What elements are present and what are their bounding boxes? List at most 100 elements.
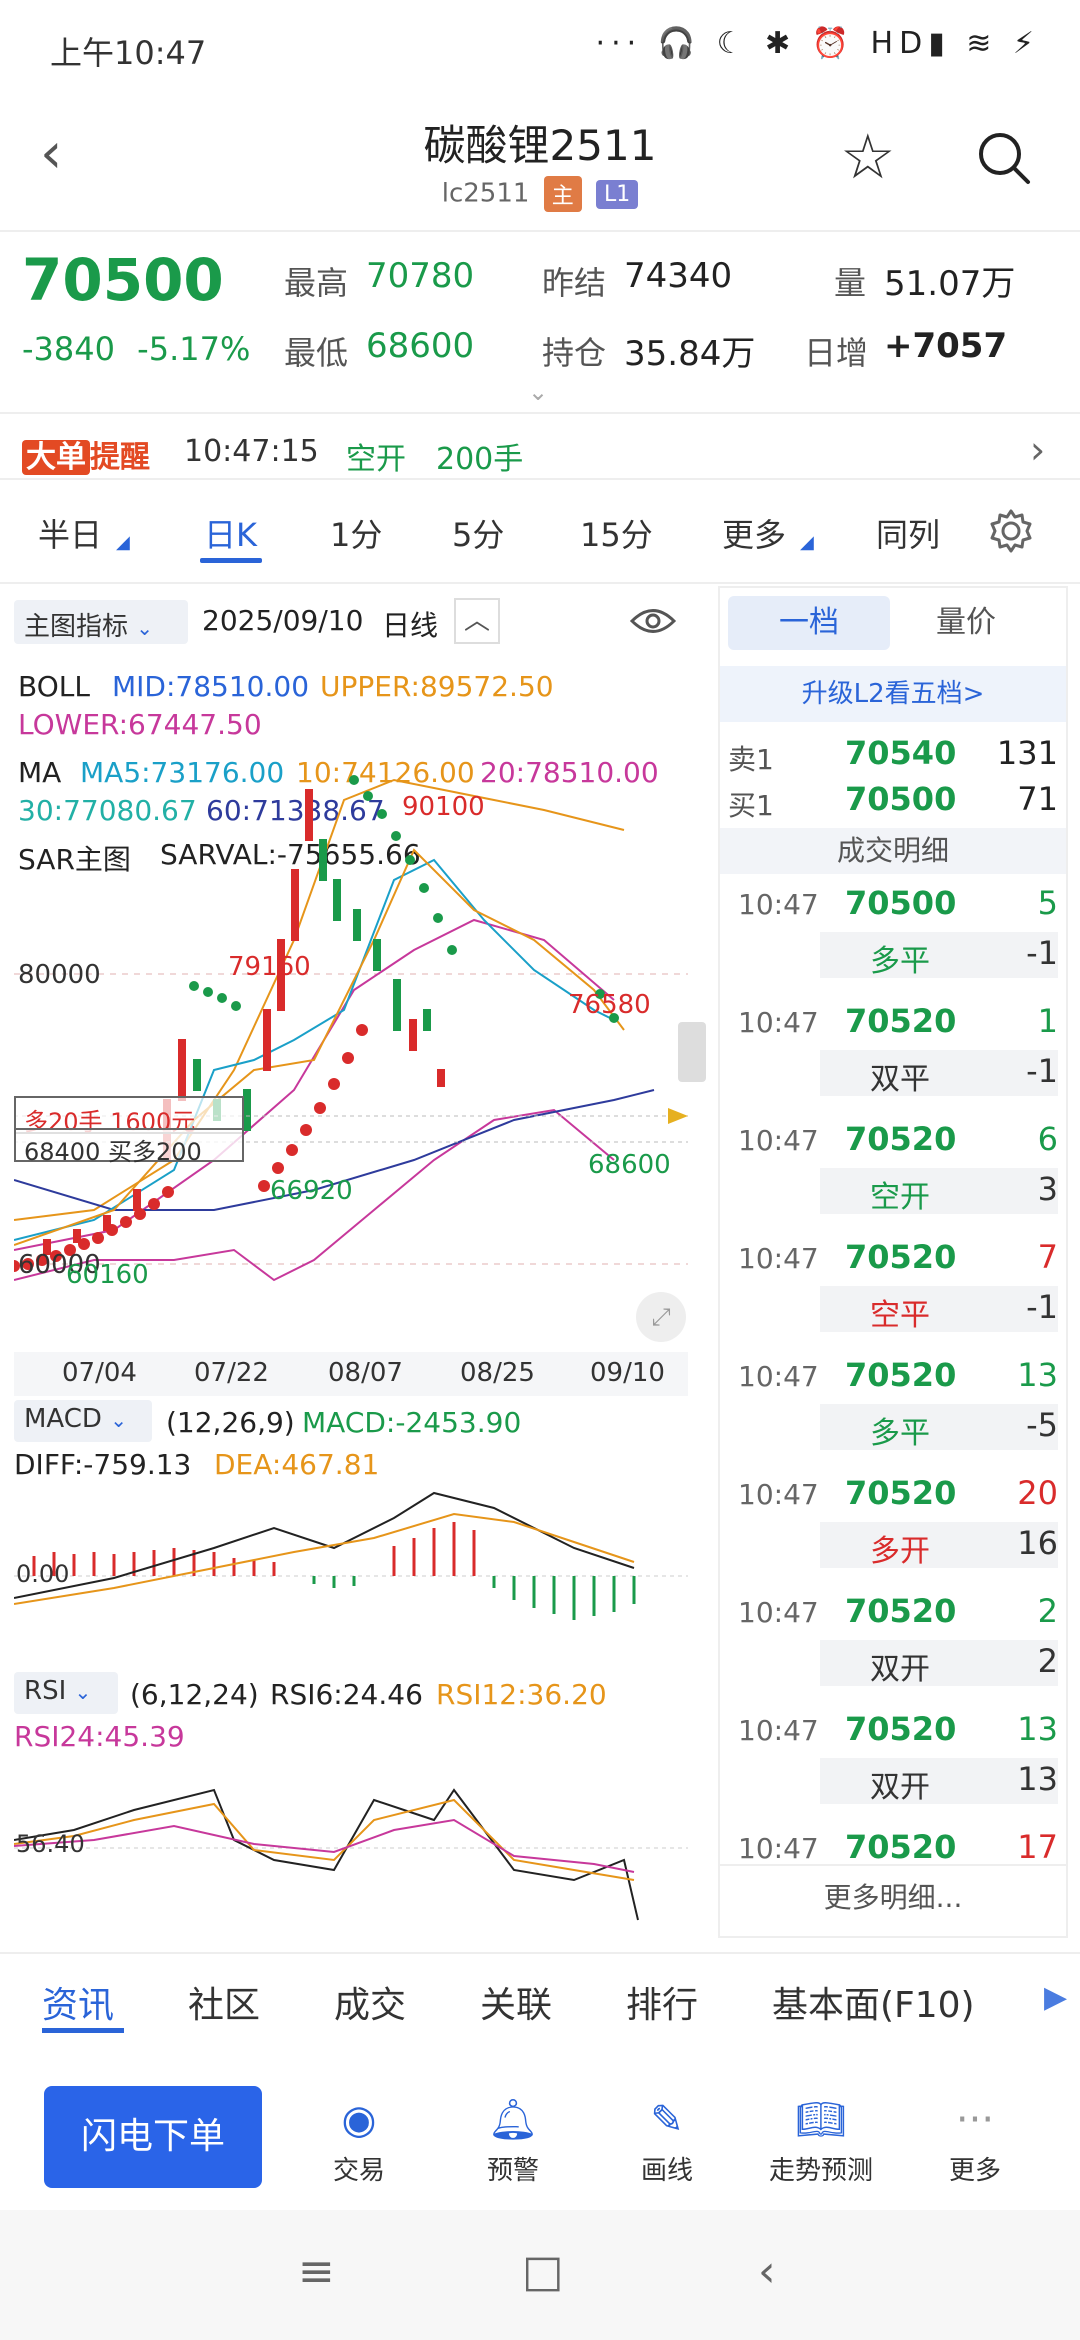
tab-15min[interactable]: 15分	[580, 510, 653, 556]
alert-label: 预警	[486, 2156, 539, 2186]
trade-action-volume: -1	[1026, 934, 1058, 972]
peak-label: 90100	[402, 792, 485, 822]
flash-order-button[interactable]: 闪电下单	[44, 2086, 262, 2188]
more-label: 更多	[948, 2156, 1001, 2186]
expand-chevron-icon[interactable]: ⌄	[528, 378, 548, 406]
tab-more[interactable]: 更多	[722, 510, 786, 556]
trade-time: 10:47	[738, 1124, 819, 1157]
macd-chart[interactable]	[14, 1488, 688, 1664]
bid1-label: 买1	[728, 789, 774, 822]
upgrade-l2-link[interactable]: 升级L2看五档>	[720, 666, 1066, 722]
trend-predict-button[interactable]: 📖︎ 走势预测	[746, 2096, 896, 2187]
volume-label: 量	[834, 264, 867, 302]
trade-time: 10:47	[738, 888, 819, 921]
indicator-select-label: 主图指标	[24, 612, 129, 642]
x-tick: 08/25	[460, 1358, 535, 1388]
alert-time: 10:47:15	[184, 434, 319, 469]
boll-mid: MID:78510.00	[112, 670, 310, 703]
eye-icon[interactable]	[630, 606, 676, 636]
trade-action: 多平	[870, 1416, 930, 1451]
macd-value: MACD:-2453.90	[302, 1406, 522, 1439]
alert-action: 空开	[346, 442, 406, 477]
scroll-right-arrow-icon[interactable]: ▶	[1044, 1980, 1067, 2015]
active-tab-underline	[200, 558, 262, 563]
trade-volume: 6	[1037, 1120, 1058, 1158]
trade-time: 10:47	[738, 1714, 819, 1747]
rsi12-value: RSI12:36.20	[436, 1678, 607, 1711]
search-icon[interactable]	[976, 130, 1032, 186]
trade-price: 70520	[845, 1238, 957, 1276]
divider	[0, 1952, 1080, 1954]
low-60160-label: 60160	[66, 1260, 149, 1290]
trade-action: 多开	[870, 1534, 930, 1569]
rsi-chart[interactable]	[14, 1760, 688, 1936]
favorite-star-icon[interactable]: ☆	[840, 126, 896, 188]
bid1-volume: 71	[1017, 780, 1058, 818]
trade-volume: 20	[1017, 1474, 1058, 1512]
trade-action: 双平	[870, 1062, 930, 1097]
trade-volume: 1	[1037, 1002, 1058, 1040]
trade-action-volume: 3	[1037, 1170, 1058, 1208]
level-badge: L1	[595, 179, 639, 209]
home-icon[interactable]: □	[522, 2246, 564, 2297]
tab-volume-price[interactable]: 量价	[936, 596, 996, 650]
tab-related[interactable]: 关联	[480, 1976, 552, 2028]
tab-daily-k[interactable]: 日K	[204, 510, 257, 556]
settings-gear-icon[interactable]	[988, 508, 1034, 554]
x-tick: 09/10	[590, 1358, 665, 1388]
trade-action-volume: -5	[1026, 1406, 1058, 1444]
divider	[0, 230, 1080, 232]
x-tick: 07/04	[62, 1358, 137, 1388]
more-button[interactable]: ··· 更多	[900, 2096, 1050, 2187]
contract-subtitle: lc2511 主 L1	[0, 176, 1080, 212]
tab-trades[interactable]: 成交	[334, 1976, 406, 2028]
rsi-select-label: RSI	[24, 1676, 67, 1706]
alert-qty: 200手	[436, 442, 524, 477]
rsi-level: 56.40	[16, 1830, 85, 1858]
tab-community[interactable]: 社区	[188, 1976, 260, 2028]
prev-settle-label: 昨结	[542, 264, 607, 302]
tab-fundamentals[interactable]: 基本面(F10)	[772, 1976, 975, 2028]
high-label: 最高	[284, 264, 349, 302]
macd-select[interactable]: MACD ⌄	[14, 1400, 152, 1442]
kline-chart[interactable]	[14, 740, 718, 1350]
tab-same-column[interactable]: 同列	[876, 510, 940, 556]
alert-button[interactable]: 🔔︎ 预警	[438, 2096, 588, 2187]
macd-diff: DIFF:-759.13	[14, 1448, 192, 1481]
tab-5min[interactable]: 5分	[452, 510, 504, 556]
prev-settle-value: 74340	[624, 256, 733, 296]
indicator-select[interactable]: 主图指标 ⌄	[14, 600, 188, 644]
tab-level1[interactable]: 一档	[728, 596, 890, 650]
tab-1min[interactable]: 1分	[330, 510, 382, 556]
trade-action: 空平	[870, 1298, 930, 1333]
status-bar: 上午10:47 ··· 🎧 ☾ ✱ ⏰ HD▮ ≋ ⚡	[0, 0, 1080, 96]
trade-action-volume: -1	[1026, 1052, 1058, 1090]
status-time: 上午10:47	[50, 34, 207, 72]
tab-news[interactable]: 资讯	[42, 1976, 114, 2028]
trade-price: 70520	[845, 1828, 957, 1866]
draw-line-button[interactable]: ✎ 画线	[592, 2096, 742, 2187]
trade-time: 10:47	[738, 1596, 819, 1629]
rsi6-value: RSI6:24.46	[270, 1678, 423, 1711]
x-tick: 08/07	[328, 1358, 403, 1388]
alert-badge-big: 大单	[22, 440, 90, 475]
alert-badge: 大单 提醒	[22, 432, 150, 476]
tab-ranking[interactable]: 排行	[626, 1976, 698, 2028]
tab-half-day[interactable]: 半日	[38, 510, 102, 556]
expand-icon[interactable]: ⤢	[636, 1292, 686, 1342]
level-80000: 80000	[18, 960, 101, 990]
chevron-down-icon: ⌄	[74, 1680, 92, 1704]
menu-icon[interactable]: ≡	[298, 2246, 335, 2297]
back-nav-icon[interactable]: ‹	[758, 2246, 776, 2297]
rsi-params: (6,12,24)	[130, 1678, 259, 1711]
rsi-select[interactable]: RSI ⌄	[14, 1672, 118, 1714]
collapse-up-icon[interactable]: ︿	[454, 598, 500, 644]
divider	[0, 582, 1080, 584]
trade-price: 70520	[845, 1002, 957, 1040]
pen-icon: ✎	[650, 2097, 684, 2143]
trade-label: 交易	[332, 2156, 385, 2186]
order-line-buy[interactable]: 68400 买多200	[14, 1128, 244, 1166]
more-details-link[interactable]: 更多明细...	[720, 1864, 1066, 1928]
trade-button[interactable]: ◉ 交易	[284, 2096, 434, 2187]
chevron-down-icon: ⌄	[110, 1408, 127, 1432]
